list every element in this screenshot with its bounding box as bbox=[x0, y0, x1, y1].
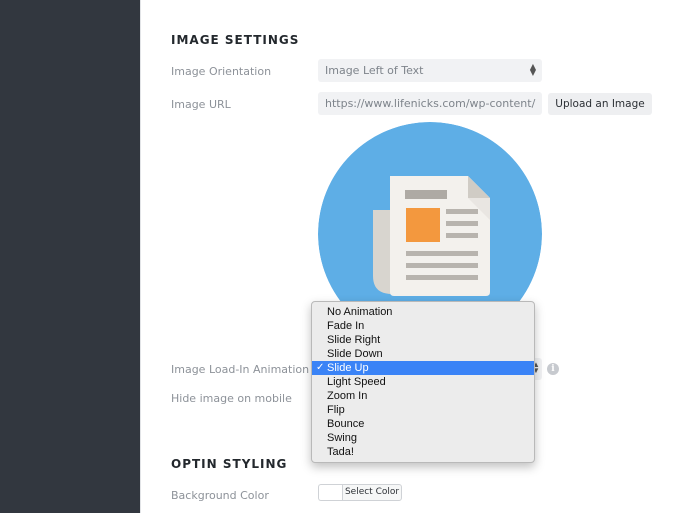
newspaper-icon bbox=[373, 176, 490, 296]
dropdown-option[interactable]: Light Speed bbox=[312, 375, 534, 389]
color-swatch[interactable] bbox=[318, 484, 342, 501]
image-orientation-select[interactable]: Image Left of Text ▲ ▼ bbox=[318, 59, 542, 82]
dropdown-option[interactable]: Tada! bbox=[312, 445, 534, 459]
dropdown-option[interactable]: Bounce bbox=[312, 417, 534, 431]
image-orientation-value: Image Left of Text bbox=[325, 64, 424, 77]
label-image-url: Image URL bbox=[171, 98, 231, 111]
dropdown-option-selected[interactable]: ✓ Slide Up bbox=[312, 361, 534, 375]
section-title-image-settings: IMAGE SETTINGS bbox=[171, 33, 300, 47]
dropdown-option[interactable]: No Animation bbox=[312, 305, 534, 319]
label-background-color: Background Color bbox=[171, 489, 269, 502]
image-url-input[interactable]: https://www.lifenicks.com/wp-content/ bbox=[318, 92, 542, 115]
sidebar-divider bbox=[140, 0, 141, 513]
info-icon[interactable]: i bbox=[547, 363, 559, 375]
label-image-load-in-animation: Image Load-In Animation bbox=[171, 363, 310, 376]
dropdown-option[interactable]: Zoom In bbox=[312, 389, 534, 403]
dropdown-option[interactable]: Flip bbox=[312, 403, 534, 417]
dropdown-option[interactable]: Slide Right bbox=[312, 333, 534, 347]
checkmark-icon: ✓ bbox=[316, 362, 325, 373]
dropdown-option[interactable]: Slide Down bbox=[312, 347, 534, 361]
select-arrows-icon: ▲ ▼ bbox=[529, 62, 536, 77]
section-title-optin-styling: OPTIN STYLING bbox=[171, 457, 288, 471]
select-color-button[interactable]: Select Color bbox=[342, 484, 402, 501]
dropdown-option[interactable]: Swing bbox=[312, 431, 534, 445]
label-image-orientation: Image Orientation bbox=[171, 65, 272, 78]
animation-dropdown-menu[interactable]: No Animation Fade In Slide Right Slide D… bbox=[311, 301, 535, 463]
upload-image-button[interactable]: Upload an Image bbox=[548, 93, 652, 115]
label-hide-image-mobile: Hide image on mobile bbox=[171, 392, 292, 405]
sidebar bbox=[0, 0, 140, 513]
dropdown-option[interactable]: Fade In bbox=[312, 319, 534, 333]
